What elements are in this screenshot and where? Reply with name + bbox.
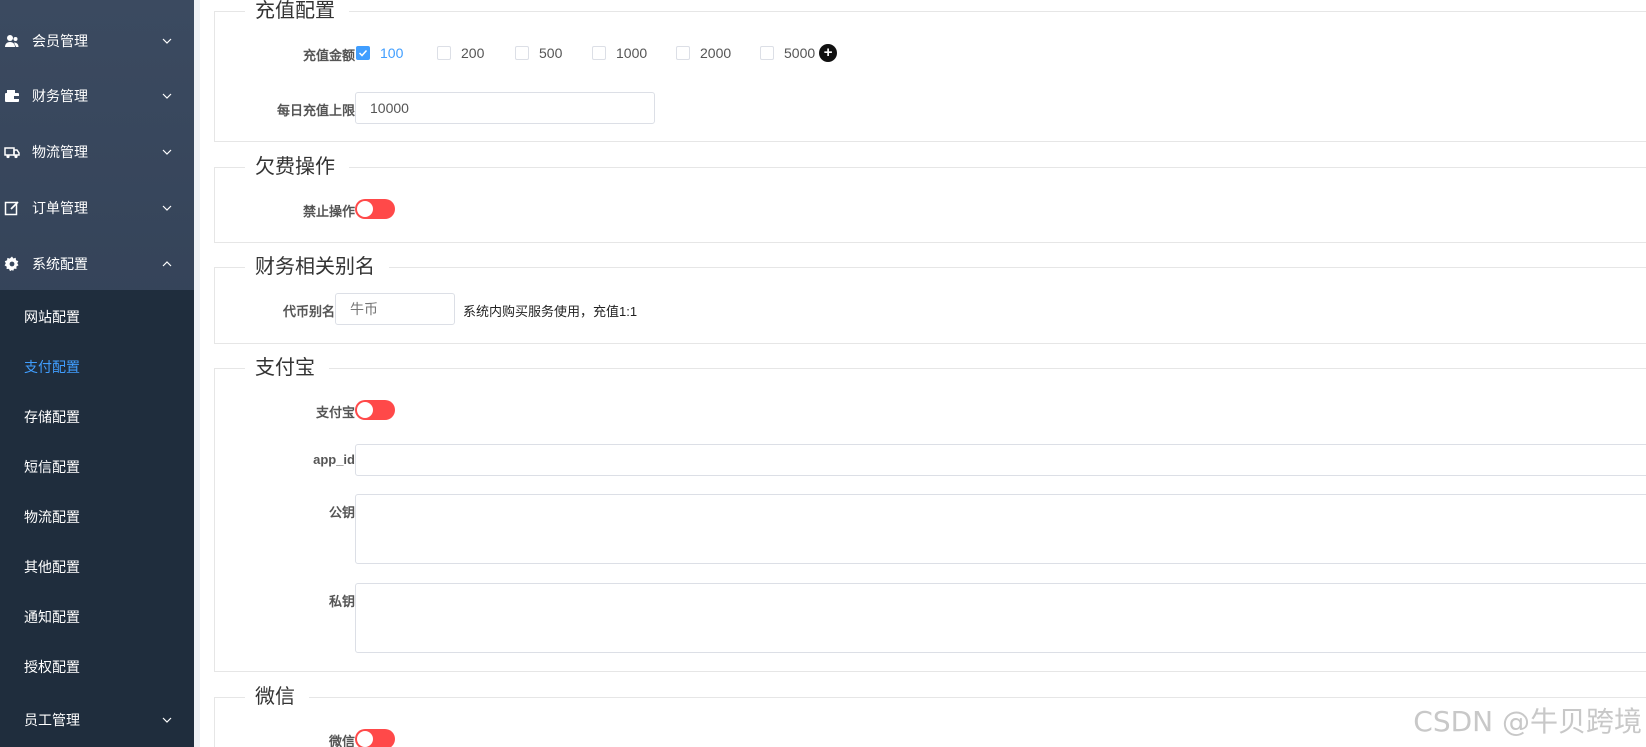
private-key-textarea[interactable]: [355, 583, 1646, 653]
checkbox-5000-label[interactable]: 5000: [784, 45, 815, 61]
token-alias-input[interactable]: [335, 293, 455, 325]
plus-circle-icon[interactable]: +: [819, 44, 838, 62]
wechat-legend: 微信: [245, 685, 309, 709]
recharge-fieldset: 充值配置 充值金额 100 200 500 1000 2000 5000 + 每…: [214, 0, 1646, 142]
menu-item-logistics[interactable]: 物流管理: [0, 124, 194, 180]
main-content: 充值配置 充值金额 100 200 500 1000 2000 5000 + 每…: [200, 0, 1646, 747]
chevron-up-icon: [162, 261, 172, 267]
forbid-operation-label: 禁止操作: [302, 204, 355, 219]
alipay-switch[interactable]: [355, 400, 395, 420]
submenu-license-config[interactable]: 授权配置: [0, 642, 194, 692]
wallet-icon: [5, 90, 19, 102]
menu-item-logistics-label: 物流管理: [32, 144, 88, 160]
watermark: CSDN @牛贝跨境: [1413, 705, 1642, 738]
submenu-sms-config[interactable]: 短信配置: [0, 442, 194, 492]
checkbox-2000[interactable]: [676, 46, 690, 60]
chevron-down-icon: [162, 38, 172, 44]
private-key-label: 私钥: [328, 594, 355, 609]
submenu-logistics-config[interactable]: 物流配置: [0, 492, 194, 542]
menu-item-orders[interactable]: 订单管理: [0, 180, 194, 236]
alias-legend: 财务相关别名: [245, 255, 389, 279]
alipay-switch-label: 支付宝: [315, 405, 355, 420]
submenu-storage-config[interactable]: 存储配置: [0, 392, 194, 442]
checkbox-1000-label[interactable]: 1000: [616, 45, 676, 61]
checkbox-2000-label[interactable]: 2000: [700, 45, 760, 61]
submenu-staff[interactable]: 员工管理: [0, 695, 194, 745]
checkbox-500-label[interactable]: 500: [539, 45, 592, 61]
public-key-label: 公钥: [328, 505, 355, 520]
daily-limit-input[interactable]: [355, 92, 655, 124]
check-icon: [358, 49, 368, 57]
recharge-amount-label: 充值金额: [302, 48, 355, 63]
chevron-down-icon: [162, 717, 172, 723]
users-icon: [5, 35, 19, 47]
wechat-switch[interactable]: [355, 729, 395, 747]
token-alias-label: 代币别名: [282, 304, 335, 319]
alipay-fieldset: 支付宝 支付宝 app_id 公钥 私钥: [214, 356, 1646, 672]
menu-item-orders-label: 订单管理: [32, 200, 88, 216]
checkbox-200[interactable]: [437, 46, 451, 60]
checkbox-1000[interactable]: [592, 46, 606, 60]
daily-limit-label: 每日充值上限: [276, 103, 355, 118]
forbid-operation-switch[interactable]: [355, 199, 395, 219]
gear-icon: [4, 256, 19, 272]
menu-item-members-label: 会员管理: [32, 33, 88, 49]
alias-fieldset: 财务相关别名 代币别名 系统内购买服务使用，充值1:1: [214, 255, 1646, 344]
app-id-label: app_id: [313, 452, 355, 467]
submenu-payment-config[interactable]: 支付配置: [0, 342, 194, 392]
checkbox-100[interactable]: [356, 46, 370, 60]
token-alias-hint: 系统内购买服务使用，充值1:1: [463, 304, 638, 319]
switch-knob: [357, 402, 373, 418]
checkbox-500[interactable]: [515, 46, 529, 60]
arrears-legend: 欠费操作: [245, 155, 349, 179]
menu-item-system-config-label: 系统配置: [32, 256, 88, 272]
chevron-down-icon: [162, 149, 172, 155]
menu-item-system-config[interactable]: 系统配置: [0, 236, 194, 292]
switch-knob: [357, 201, 373, 217]
public-key-textarea[interactable]: [355, 494, 1646, 564]
recharge-legend: 充值配置: [245, 0, 349, 23]
switch-knob: [357, 731, 373, 747]
submenu-other-config[interactable]: 其他配置: [0, 542, 194, 592]
submenu-site-config[interactable]: 网站配置: [0, 292, 194, 342]
alipay-legend: 支付宝: [245, 356, 329, 380]
checkbox-5000[interactable]: [760, 46, 774, 60]
app-id-input[interactable]: [355, 444, 1646, 476]
menu-item-members[interactable]: 会员管理: [0, 13, 194, 69]
submenu-notify-config[interactable]: 通知配置: [0, 592, 194, 642]
chevron-down-icon: [162, 205, 172, 211]
checkbox-200-label[interactable]: 200: [461, 45, 515, 61]
submenu: 网站配置 支付配置 存储配置 短信配置 物流配置 其他配置 通知配置 授权配置 …: [0, 290, 194, 747]
edit-icon: [4, 201, 19, 216]
checkbox-100-label[interactable]: 100: [380, 45, 437, 61]
recharge-amount-options: 100 200 500 1000 2000 5000 +: [356, 42, 838, 64]
chevron-down-icon: [162, 93, 172, 99]
submenu-staff-label: 员工管理: [24, 712, 80, 728]
arrears-fieldset: 欠费操作 禁止操作: [214, 155, 1646, 243]
menu-item-finance-label: 财务管理: [32, 88, 88, 104]
wechat-switch-label: 微信: [328, 734, 355, 747]
truck-icon: [4, 147, 20, 159]
menu-item-finance[interactable]: 财务管理: [0, 68, 194, 124]
sidebar: 会员管理 财务管理 物流管理 订单管理 系统配置 网站配置 支付配置 存储配置 …: [0, 0, 194, 747]
